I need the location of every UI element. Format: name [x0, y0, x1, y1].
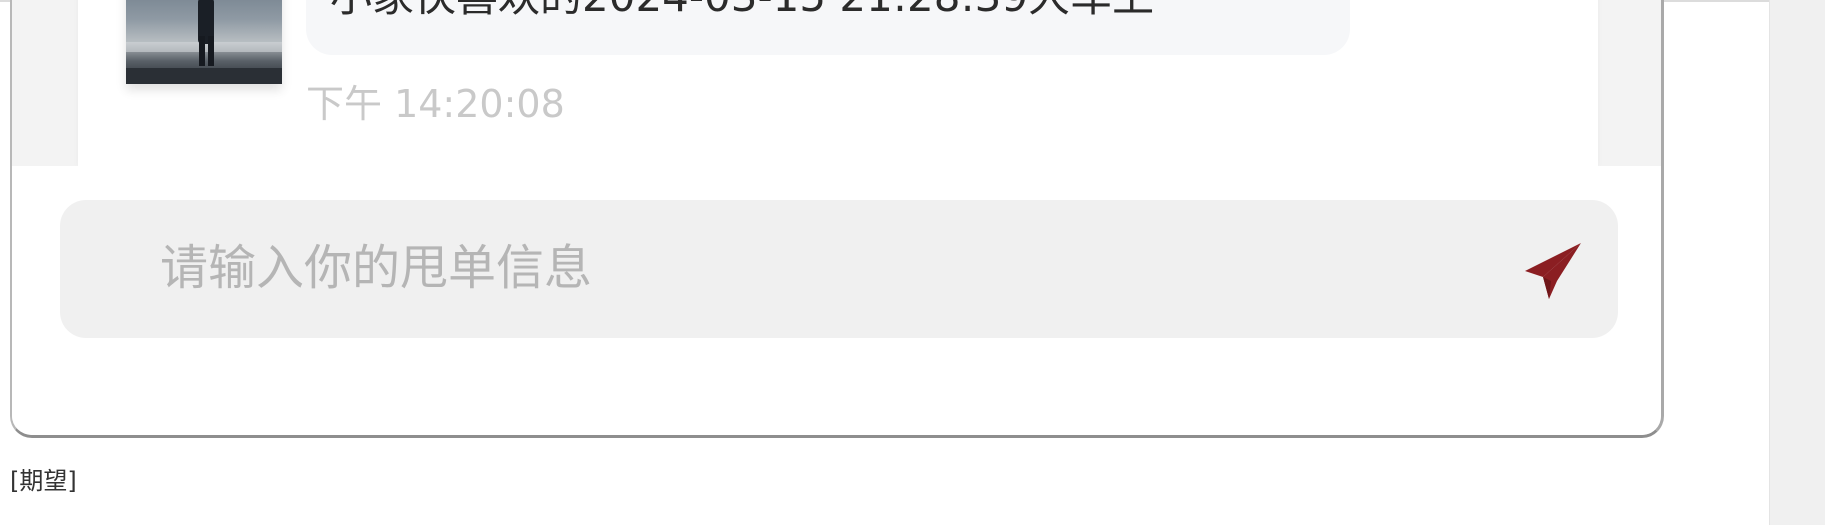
message-input-placeholder: 请输入你的甩单信息	[160, 240, 593, 296]
send-button[interactable]	[1520, 238, 1586, 304]
composer: 请输入你的甩单信息	[12, 166, 1661, 435]
message-timestamp: 下午 14:20:08	[306, 82, 565, 126]
caption-label: [期望]	[10, 467, 77, 495]
message-input[interactable]: 请输入你的甩单信息	[60, 200, 1618, 338]
scroll-gutter	[1769, 0, 1825, 525]
chat-screenshot: 小家伙喜欢的2024-03-15 21:28:39大车上 下午 14:20:08…	[10, 0, 1664, 438]
message-text: 小家伙喜欢的2024-03-15 21:28:39大车上	[330, 0, 1154, 20]
message-bubble: 小家伙喜欢的2024-03-15 21:28:39大车上	[306, 0, 1350, 55]
page: 小家伙喜欢的2024-03-15 21:28:39大车上 下午 14:20:08…	[0, 0, 1825, 525]
paper-plane-icon	[1525, 243, 1581, 299]
avatar	[126, 0, 282, 84]
